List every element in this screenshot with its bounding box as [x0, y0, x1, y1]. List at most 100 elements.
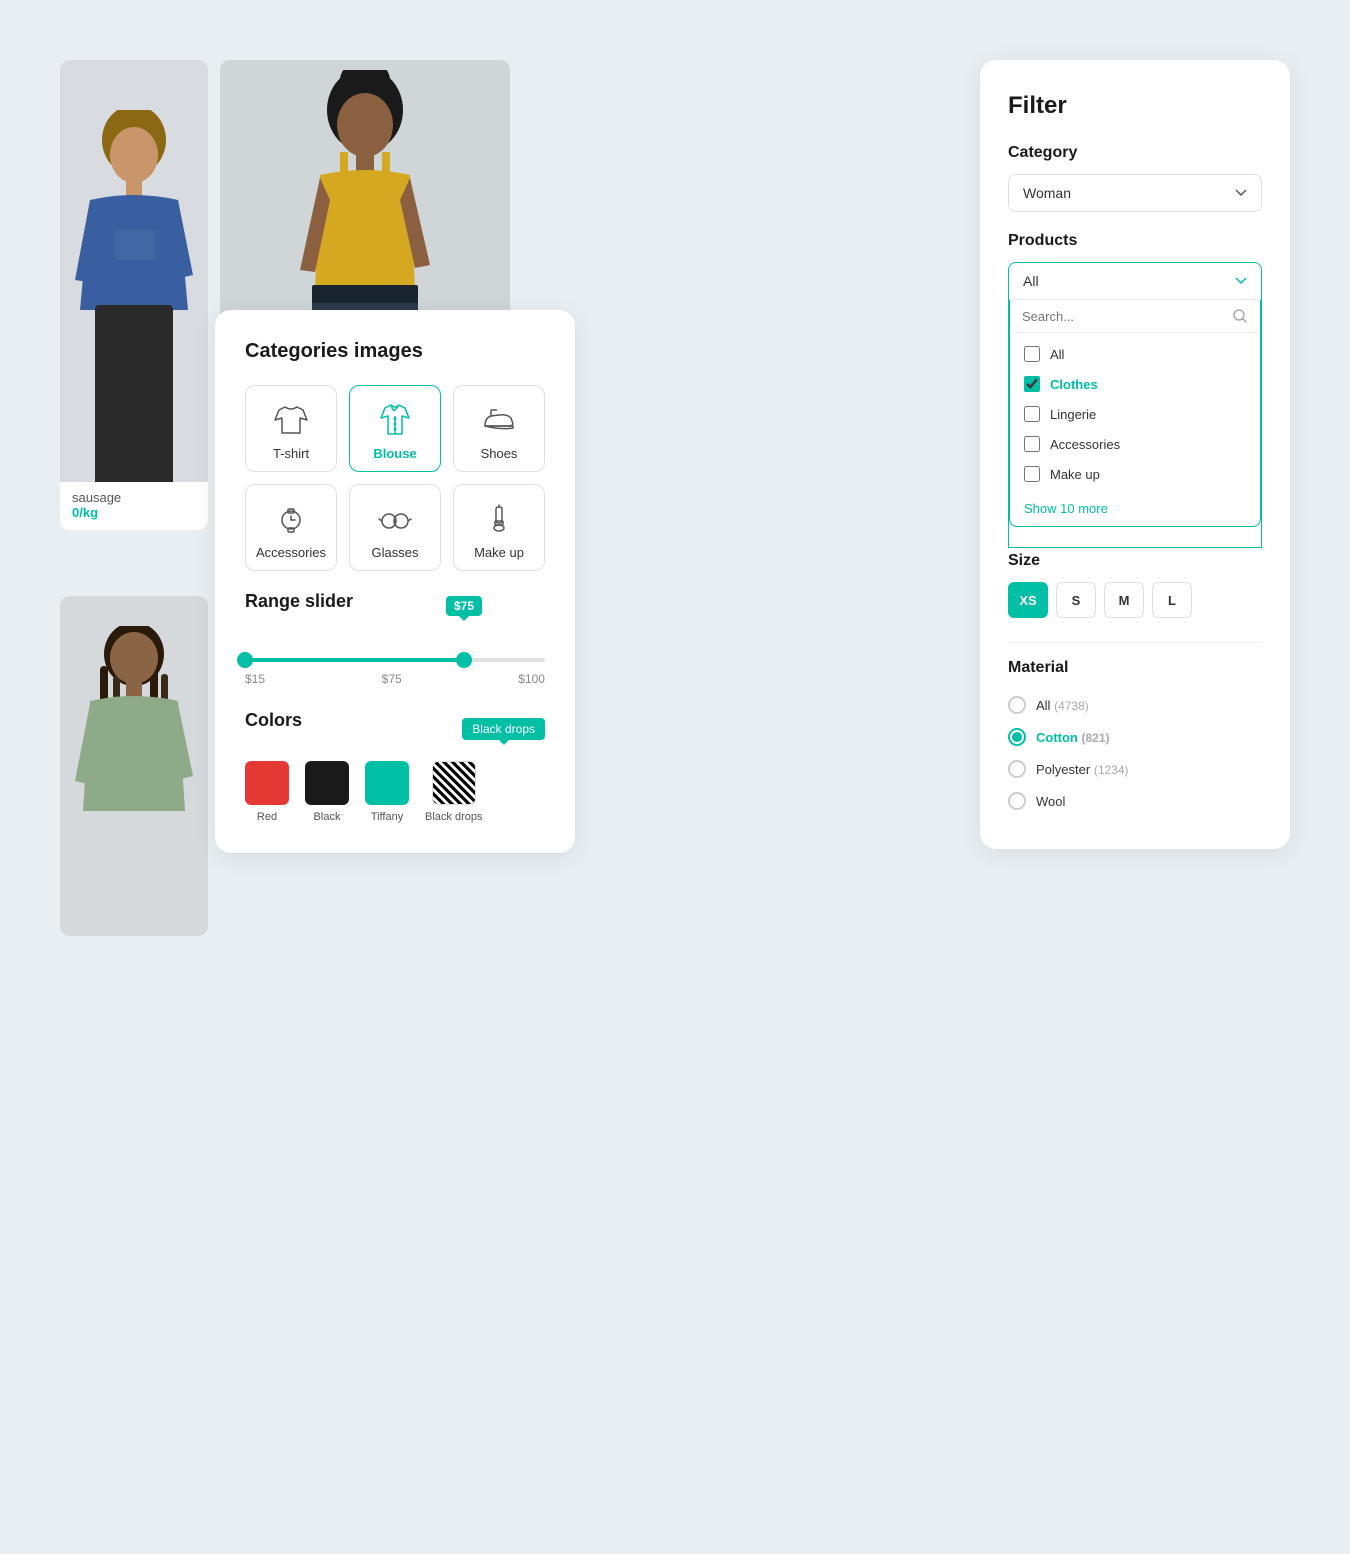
- radio-cotton-circle: [1008, 728, 1026, 746]
- cat-glasses-label: Glasses: [372, 545, 419, 560]
- divider: [1008, 642, 1262, 643]
- slider-thumb-max[interactable]: [456, 652, 472, 668]
- slider-tooltip: $75: [446, 596, 482, 616]
- cat-shoes[interactable]: Shoes: [453, 385, 545, 472]
- products-search-input[interactable]: [1022, 309, 1224, 324]
- card-blue-price: 0/kg: [72, 505, 196, 520]
- slider-container[interactable]: $75: [245, 628, 545, 662]
- radio-all-circle: [1008, 696, 1026, 714]
- checkbox-clothes-input[interactable]: [1024, 376, 1040, 392]
- product-card-blue: sausage 0/kg: [60, 60, 208, 530]
- colors-title: Colors: [245, 710, 302, 731]
- card-blue-info: sausage 0/kg: [60, 482, 208, 530]
- size-xs[interactable]: XS: [1008, 582, 1048, 618]
- radio-polyester-label: Polyester (1234): [1036, 762, 1129, 777]
- checkbox-makeup-input[interactable]: [1024, 466, 1040, 482]
- radio-wool[interactable]: Wool: [1008, 785, 1262, 817]
- category-label: Category: [1008, 144, 1262, 162]
- tshirt-icon: [273, 402, 309, 438]
- swatch-black-drops-label: Black drops: [425, 811, 482, 823]
- cat-makeup[interactable]: Make up: [453, 484, 545, 571]
- checkbox-accessories[interactable]: Accessories: [1010, 429, 1260, 459]
- filter-panel: Filter Category Woman Man Kids Products …: [980, 60, 1290, 849]
- makeup-icon: [481, 501, 517, 537]
- products-search-box: [1010, 300, 1260, 333]
- checkbox-lingerie-label: Lingerie: [1050, 407, 1096, 422]
- material-label: Material: [1008, 659, 1262, 677]
- checkbox-makeup[interactable]: Make up: [1010, 459, 1260, 489]
- dropdown-chevron-icon: [1235, 277, 1247, 285]
- category-section: Category Woman Man Kids: [1008, 144, 1262, 232]
- product-card-green: [60, 596, 208, 936]
- radio-wool-circle: [1008, 792, 1026, 810]
- category-grid: T-shirt Blouse Shoes: [245, 385, 545, 571]
- size-section: Size XS S M L: [1008, 552, 1262, 618]
- swatch-tiffany-color[interactable]: [365, 761, 409, 805]
- checkbox-clothes[interactable]: Clothes: [1010, 369, 1260, 399]
- swatch-black-color[interactable]: [305, 761, 349, 805]
- slider-min-label: $15: [245, 672, 265, 686]
- products-dropdown-list: All Clothes Lingerie: [1009, 300, 1261, 527]
- cat-blouse-label: Blouse: [373, 446, 416, 461]
- watch-icon: [273, 501, 309, 537]
- slider-max-label: $100: [518, 672, 545, 686]
- search-icon: [1232, 308, 1248, 324]
- radio-cotton[interactable]: Cotton (821): [1008, 721, 1262, 753]
- checkbox-makeup-label: Make up: [1050, 467, 1100, 482]
- cat-makeup-label: Make up: [474, 545, 524, 560]
- size-m[interactable]: M: [1104, 582, 1144, 618]
- swatch-black-label: Black: [314, 811, 341, 823]
- category-select[interactable]: Woman Man Kids: [1008, 174, 1262, 212]
- slider-fill: [245, 658, 464, 662]
- products-dropdown-wrapper: All: [1008, 262, 1262, 548]
- radio-polyester[interactable]: Polyester (1234): [1008, 753, 1262, 785]
- products-label: Products: [1008, 232, 1262, 250]
- size-label: Size: [1008, 552, 1262, 570]
- radio-polyester-circle: [1008, 760, 1026, 778]
- size-s[interactable]: S: [1056, 582, 1096, 618]
- cat-shoes-label: Shoes: [481, 446, 518, 461]
- show-more-button[interactable]: Show 10 more: [1010, 495, 1260, 526]
- colors-header: Colors Black drops: [245, 710, 545, 747]
- colors-section: Colors Black drops Red Black Tiffany Bla…: [245, 710, 545, 823]
- checkbox-accessories-input[interactable]: [1024, 436, 1040, 452]
- checkbox-all-input[interactable]: [1024, 346, 1040, 362]
- swatch-black-drops[interactable]: Black drops: [425, 761, 482, 823]
- slider-thumb-min[interactable]: [237, 652, 253, 668]
- checkbox-list: All Clothes Lingerie: [1010, 333, 1260, 495]
- categories-panel-title: Categories images: [245, 340, 545, 363]
- range-slider-section: Range slider $75 $15 $75 $100: [245, 591, 545, 686]
- products-section: Products All: [1008, 232, 1262, 548]
- filter-title: Filter: [1008, 92, 1262, 120]
- size-l[interactable]: L: [1152, 582, 1192, 618]
- cat-accessories[interactable]: Accessories: [245, 484, 337, 571]
- checkbox-lingerie[interactable]: Lingerie: [1010, 399, 1260, 429]
- categories-panel: Categories images T-shirt Blouse: [215, 310, 575, 853]
- swatch-red[interactable]: Red: [245, 761, 289, 823]
- slider-labels: $15 $75 $100: [245, 672, 545, 686]
- products-selected: All: [1023, 273, 1235, 289]
- checkbox-all-label: All: [1050, 347, 1064, 362]
- radio-all[interactable]: All (4738): [1008, 689, 1262, 721]
- checkbox-all[interactable]: All: [1010, 339, 1260, 369]
- color-tooltip: Black drops: [462, 718, 545, 740]
- swatch-red-label: Red: [257, 811, 277, 823]
- cat-glasses[interactable]: Glasses: [349, 484, 441, 571]
- products-dropdown[interactable]: All: [1008, 262, 1262, 548]
- swatch-red-color[interactable]: [245, 761, 289, 805]
- glasses-icon: [377, 501, 413, 537]
- cat-blouse[interactable]: Blouse: [349, 385, 441, 472]
- swatch-tiffany[interactable]: Tiffany: [365, 761, 409, 823]
- material-section: Material All (4738) Cotton (821) Polyest…: [1008, 659, 1262, 817]
- swatch-black-drops-color[interactable]: [432, 761, 476, 805]
- swatch-tiffany-label: Tiffany: [371, 811, 403, 823]
- color-swatches: Red Black Tiffany Black drops: [245, 761, 545, 823]
- checkbox-lingerie-input[interactable]: [1024, 406, 1040, 422]
- radio-all-label: All (4738): [1036, 698, 1089, 713]
- cat-tshirt-label: T-shirt: [273, 446, 309, 461]
- cat-tshirt[interactable]: T-shirt: [245, 385, 337, 472]
- slider-value-label: $75: [382, 672, 402, 686]
- slider-track[interactable]: [245, 658, 545, 662]
- swatch-black[interactable]: Black: [305, 761, 349, 823]
- radio-cotton-label: Cotton (821): [1036, 730, 1110, 745]
